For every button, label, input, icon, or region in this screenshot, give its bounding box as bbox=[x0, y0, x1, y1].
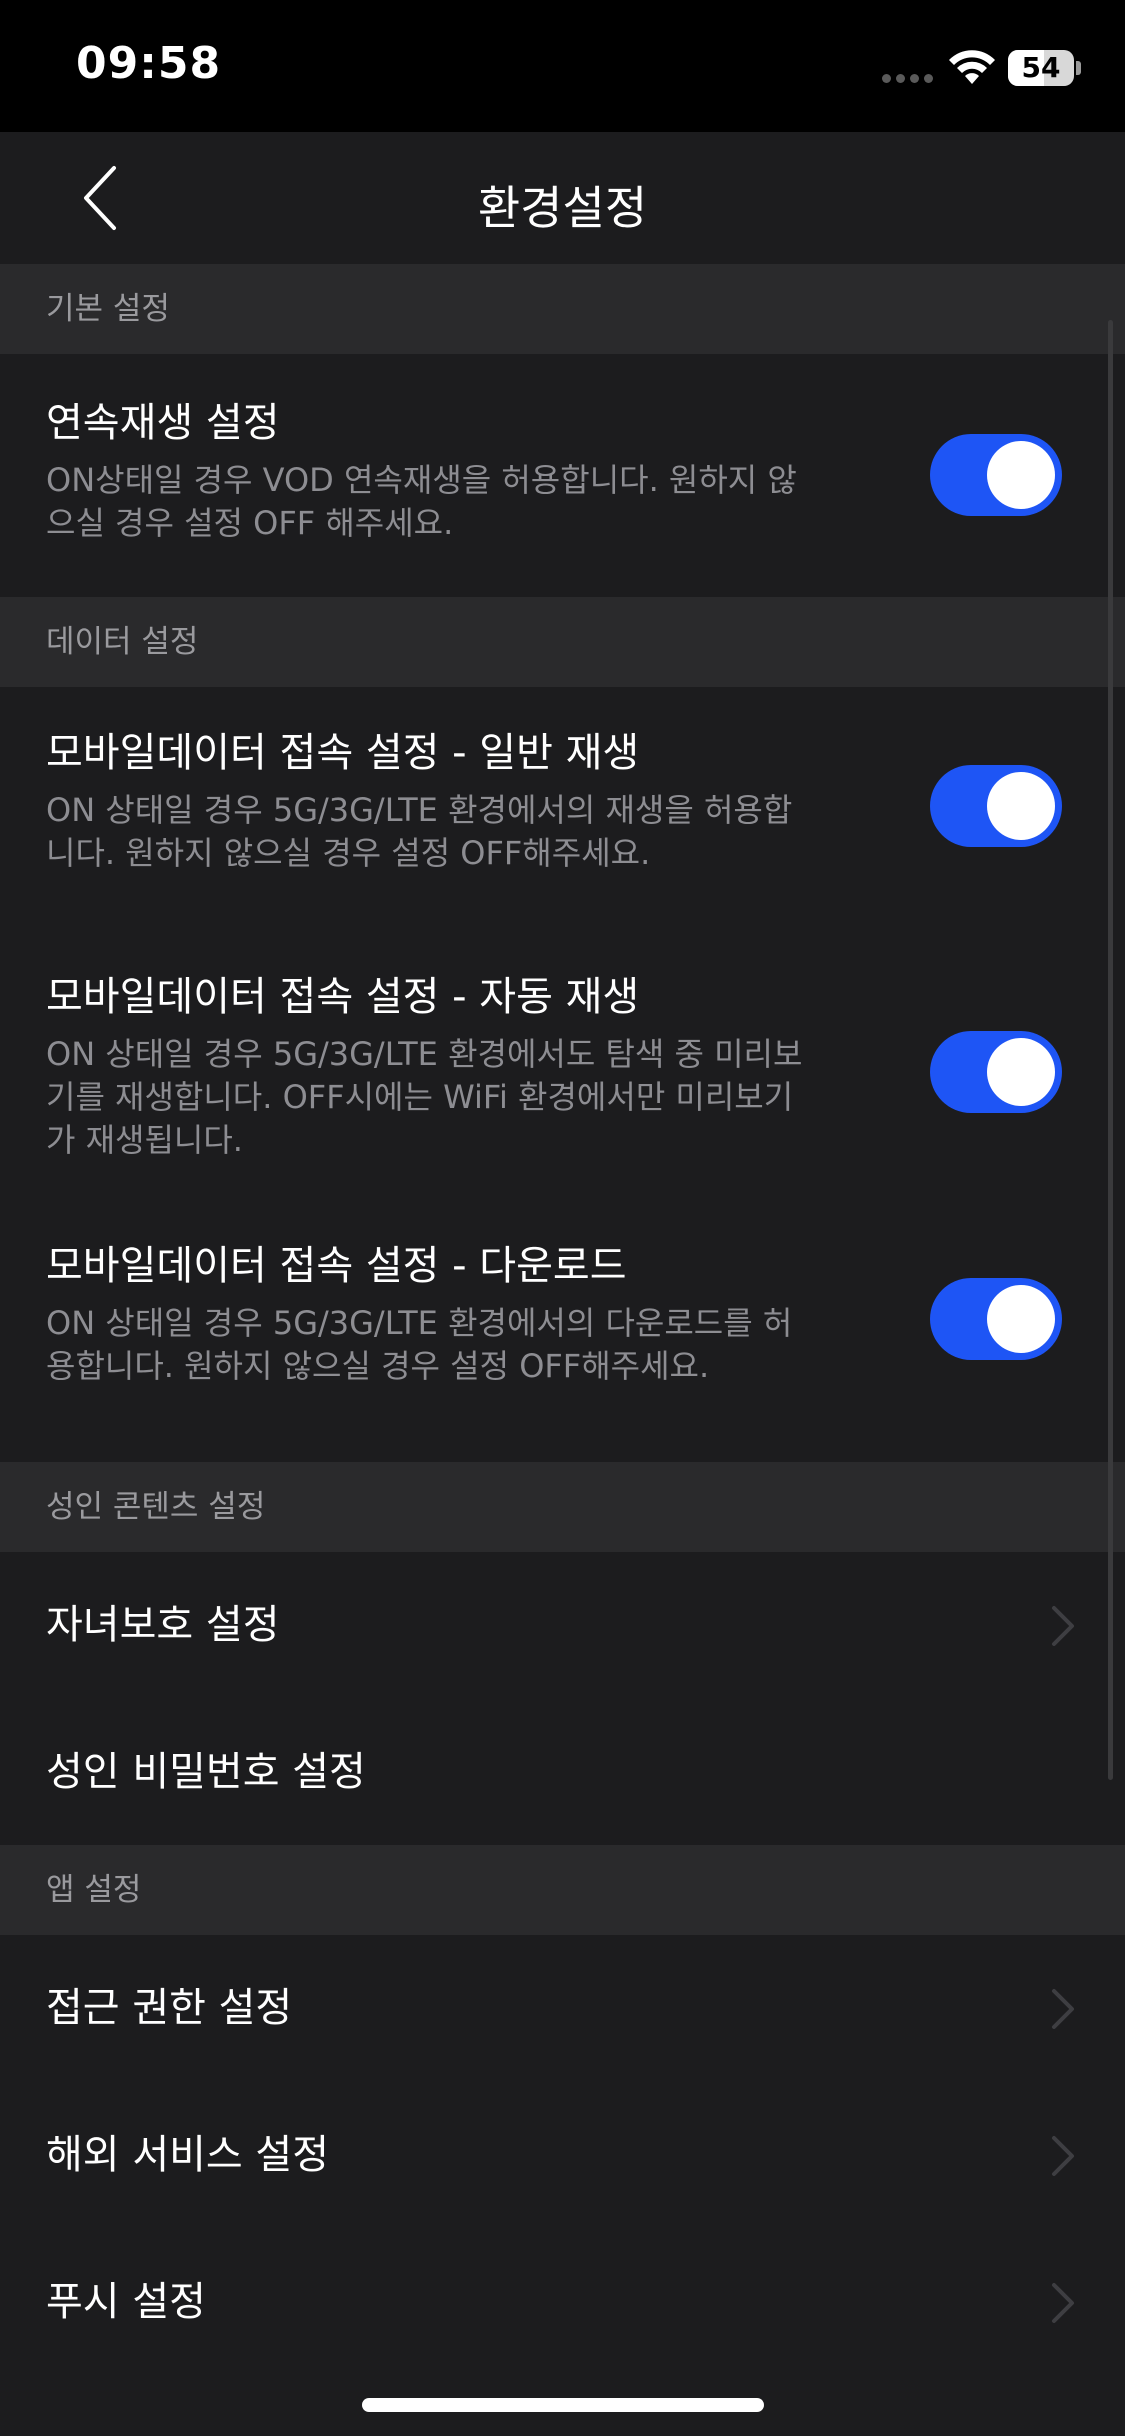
section-header-app: 앱 설정 bbox=[0, 1845, 1125, 1935]
battery-cap bbox=[1076, 61, 1081, 75]
setting-adult-password[interactable]: 성인 비밀번호 설정 bbox=[0, 1699, 1125, 1845]
home-indicator[interactable] bbox=[362, 2398, 764, 2412]
signal-dots-icon bbox=[882, 74, 934, 83]
battery-icon: 54 bbox=[1008, 50, 1074, 86]
setting-access-permissions[interactable]: 접근 권한 설정 bbox=[0, 1935, 1125, 2082]
setting-push[interactable]: 푸시 설정 bbox=[0, 2229, 1125, 2376]
setting-autoplay-continuous: 연속재생 설정 ON상태일 경우 VOD 연속재생을 허용합니다. 원하지 않으… bbox=[0, 354, 1125, 597]
chevron-right-icon bbox=[1052, 2136, 1074, 2176]
scroll-indicator[interactable] bbox=[1108, 320, 1113, 1780]
settings-list: 기본 설정 연속재생 설정 ON상태일 경우 VOD 연속재생을 허용합니다. … bbox=[0, 264, 1125, 2376]
mobile-data-normal-toggle[interactable] bbox=[930, 765, 1062, 847]
page-title: 환경설정 bbox=[477, 181, 648, 235]
section-header-basic: 기본 설정 bbox=[0, 264, 1125, 354]
setting-parental-control[interactable]: 자녀보호 설정 bbox=[0, 1552, 1125, 1699]
setting-description: ON상태일 경우 VOD 연속재생을 허용합니다. 원하지 않으실 경우 설정 … bbox=[46, 461, 797, 542]
setting-title: 성인 비밀번호 설정 bbox=[46, 1749, 366, 1795]
section-header-data: 데이터 설정 bbox=[0, 597, 1125, 687]
setting-mobile-data-auto: 모바일데이터 접속 설정 - 자동 재생 ON 상태일 경우 5G/3G/LTE… bbox=[0, 931, 1125, 1217]
setting-description: ON 상태일 경우 5G/3G/LTE 환경에서도 탐색 중 미리보기를 재생합… bbox=[46, 1035, 803, 1159]
mobile-data-download-toggle[interactable] bbox=[930, 1278, 1062, 1360]
chevron-right-icon bbox=[1052, 1989, 1074, 2029]
status-bar: 09:58 54 bbox=[0, 0, 1125, 132]
setting-title: 접근 권한 설정 bbox=[46, 1985, 293, 2031]
nav-bar: 환경설정 bbox=[0, 132, 1125, 264]
setting-description: ON 상태일 경우 5G/3G/LTE 환경에서의 재생을 허용합니다. 원하지… bbox=[46, 791, 793, 872]
wifi-icon bbox=[949, 50, 995, 84]
battery-level: 54 bbox=[1021, 51, 1061, 84]
setting-title: 푸시 설정 bbox=[46, 2279, 206, 2325]
chevron-right-icon bbox=[1052, 2283, 1074, 2323]
setting-title: 해외 서비스 설정 bbox=[46, 2132, 330, 2178]
status-time: 09:58 bbox=[76, 38, 222, 89]
chevron-right-icon bbox=[1052, 1606, 1074, 1646]
setting-title: 자녀보호 설정 bbox=[46, 1602, 280, 1648]
continuous-play-toggle[interactable] bbox=[930, 434, 1062, 516]
mobile-data-auto-toggle[interactable] bbox=[930, 1031, 1062, 1113]
setting-mobile-data-download: 모바일데이터 접속 설정 - 다운로드 ON 상태일 경우 5G/3G/LTE … bbox=[0, 1217, 1125, 1462]
setting-title: 모바일데이터 접속 설정 - 자동 재생 bbox=[46, 974, 640, 1020]
section-header-adult: 성인 콘텐츠 설정 bbox=[0, 1462, 1125, 1552]
setting-description: ON 상태일 경우 5G/3G/LTE 환경에서의 다운로드를 허용합니다. 원… bbox=[46, 1304, 793, 1385]
setting-overseas-service[interactable]: 해외 서비스 설정 bbox=[0, 2082, 1125, 2229]
setting-mobile-data-normal: 모바일데이터 접속 설정 - 일반 재생 ON 상태일 경우 5G/3G/LTE… bbox=[0, 687, 1125, 931]
